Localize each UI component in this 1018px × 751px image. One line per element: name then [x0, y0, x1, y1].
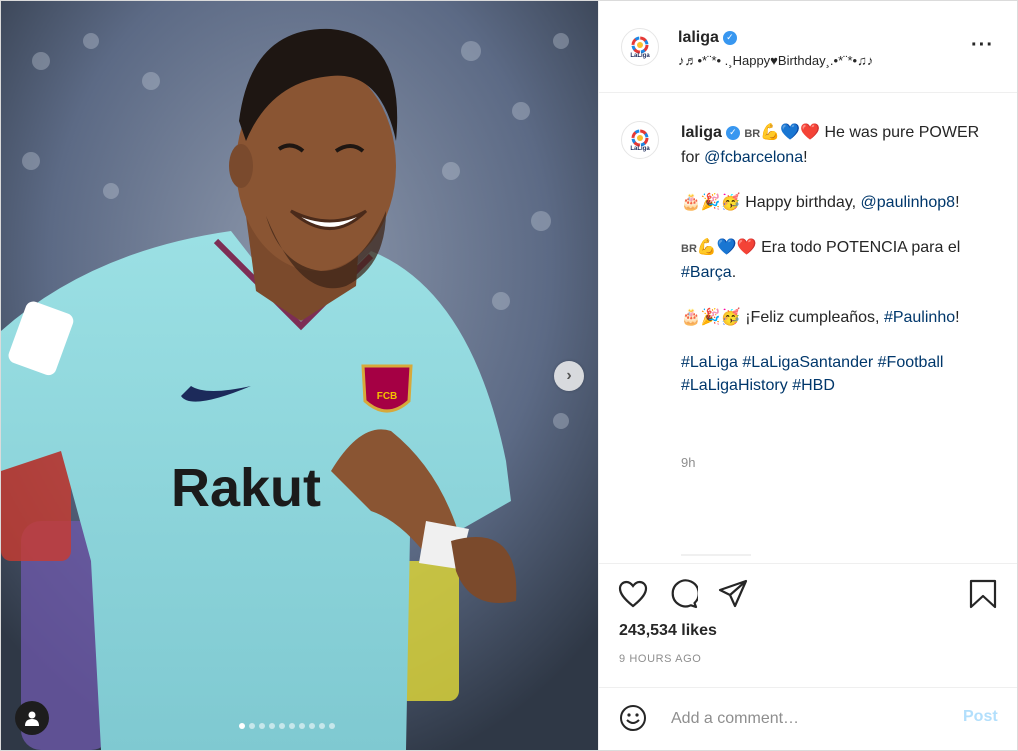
punctuation: !: [955, 194, 960, 211]
flexed-biceps-icon: 💪: [760, 124, 781, 141]
caption-hashtags: #LaLiga #LaLigaSantander #Football #LaLi…: [681, 351, 981, 397]
post-side-panel: LaLiga laliga ✓ ♪♬•*¨*• .¸Happy♥Birthday¸…: [598, 1, 1017, 750]
hashtag-paulinho[interactable]: #Paulinho: [884, 309, 955, 326]
paper-plane-icon: [718, 579, 748, 608]
punctuation: .: [731, 264, 737, 281]
comment-bubble-icon: [671, 579, 700, 609]
player-illustration: FCB Rakut: [1, 1, 598, 750]
post-comment-button[interactable]: Post: [963, 708, 998, 726]
flag-br-icon: BR: [744, 128, 761, 140]
hashtag-laligahistory[interactable]: #LaLigaHistory: [681, 377, 788, 394]
carousel-dot: [329, 723, 335, 729]
carousel-indicator: [239, 723, 335, 729]
post-photo[interactable]: FCB Rakut ›: [1, 1, 598, 750]
verified-badge-icon: ✓: [725, 125, 740, 140]
verified-badge-icon: ✓: [722, 30, 737, 45]
flexed-biceps-icon: 💪: [696, 239, 717, 256]
account-avatar[interactable]: LaLiga: [621, 28, 659, 66]
hashtag-laligasantander[interactable]: #LaLigaSantander: [742, 354, 873, 371]
caption-username[interactable]: laliga: [681, 124, 722, 141]
cake-icon: 🎂: [681, 309, 701, 326]
post-modal: FCB Rakut › LaLiga laliga ✓ ♪♬•*¨*• .¸Ha…: [0, 0, 1018, 751]
blue-heart-icon: 💙: [716, 239, 737, 256]
caption: laliga ✓ BR💪💙❤️ He was pure POWER for @fc…: [681, 121, 981, 419]
caption-line-4: 🎂🎉🥳 ¡Feliz cumpleaños, #Paulinho!: [681, 306, 981, 329]
bookmark-icon: [969, 579, 997, 609]
carousel-dot: [289, 723, 295, 729]
carousel-next-button[interactable]: ›: [554, 361, 584, 391]
caption-line-1: laliga ✓ BR💪💙❤️ He was pure POWER for @fc…: [681, 121, 981, 169]
smiley-icon: [620, 705, 646, 731]
blue-heart-icon: 💙: [780, 124, 801, 141]
hashtag-football[interactable]: #Football: [878, 354, 944, 371]
laliga-logo-icon: [631, 36, 649, 53]
red-heart-icon: ❤️: [800, 124, 821, 141]
carousel-dot: [299, 723, 305, 729]
heart-icon: [618, 580, 648, 608]
punctuation: !: [803, 149, 808, 166]
party-popper-icon: 🎉: [700, 309, 721, 326]
flag-br-icon: BR: [681, 243, 697, 255]
share-button[interactable]: [718, 579, 748, 614]
party-popper-icon: 🎉: [700, 194, 721, 211]
scroll-fade-divider: [681, 554, 751, 556]
save-button[interactable]: [969, 579, 997, 614]
audio-text[interactable]: ♪♬•*¨*• .¸Happy♥Birthday¸.•*¨*•♫♪: [678, 53, 873, 68]
mention-fcbarcelona[interactable]: @fcbarcelona: [704, 149, 803, 166]
punctuation: !: [955, 309, 960, 326]
carousel-dot: [319, 723, 325, 729]
jersey-badge-text: FCB: [377, 391, 398, 402]
jersey-sponsor-text: Rakut: [171, 458, 321, 518]
post-timestamp[interactable]: 9 HOURS AGO: [619, 653, 701, 665]
carousel-dot: [309, 723, 315, 729]
cake-icon: 🎂: [681, 194, 701, 211]
tagged-users-button[interactable]: [15, 701, 49, 735]
caption-line-3: BR💪💙❤️ Era todo POTENCIA para el #Barça.: [681, 236, 981, 284]
emoji-button[interactable]: [619, 704, 647, 737]
caption-text-4: ¡Feliz cumpleaños,: [740, 309, 884, 326]
comment-button[interactable]: [668, 579, 700, 614]
carousel-dot: [239, 723, 245, 729]
hashtag-barca[interactable]: #Barça: [681, 264, 732, 281]
post-header: LaLiga laliga ✓ ♪♬•*¨*• .¸Happy♥Birthday¸…: [599, 1, 1017, 93]
party-face-icon: 🥳: [720, 194, 741, 211]
hashtag-laliga[interactable]: #LaLiga: [681, 354, 738, 371]
caption-text-2: Happy birthday,: [740, 194, 861, 211]
chevron-right-icon: ›: [566, 367, 572, 384]
carousel-dot: [259, 723, 265, 729]
user-icon: [25, 711, 39, 726]
carousel-dot: [269, 723, 275, 729]
more-options-button[interactable]: ···: [971, 34, 994, 57]
comment-input[interactable]: [669, 706, 943, 732]
caption-time[interactable]: 9h: [681, 455, 695, 470]
like-button[interactable]: [618, 580, 648, 613]
carousel-dot: [249, 723, 255, 729]
caption-text-3: Era todo POTENCIA para el: [756, 239, 961, 256]
ellipsis-icon: ···: [971, 34, 994, 56]
comment-bar: Post: [599, 687, 1017, 750]
logo-label: LaLiga: [630, 145, 650, 152]
logo-label: LaLiga: [630, 52, 650, 59]
caption-avatar[interactable]: LaLiga: [621, 121, 659, 159]
laliga-logo-icon: [631, 129, 649, 146]
caption-line-2: 🎂🎉🥳 Happy birthday, @paulinhop8!: [681, 191, 981, 214]
red-heart-icon: ❤️: [736, 239, 757, 256]
header-username-row: laliga ✓: [678, 29, 737, 47]
hashtag-hbd[interactable]: #HBD: [792, 377, 835, 394]
post-actions: 243,534 likes 9 HOURS AGO: [599, 563, 1017, 689]
header-username[interactable]: laliga: [678, 29, 719, 46]
likes-count[interactable]: 243,534 likes: [619, 622, 717, 640]
party-face-icon: 🥳: [720, 309, 741, 326]
mention-paulinhop8[interactable]: @paulinhop8: [861, 194, 956, 211]
carousel-dot: [279, 723, 285, 729]
